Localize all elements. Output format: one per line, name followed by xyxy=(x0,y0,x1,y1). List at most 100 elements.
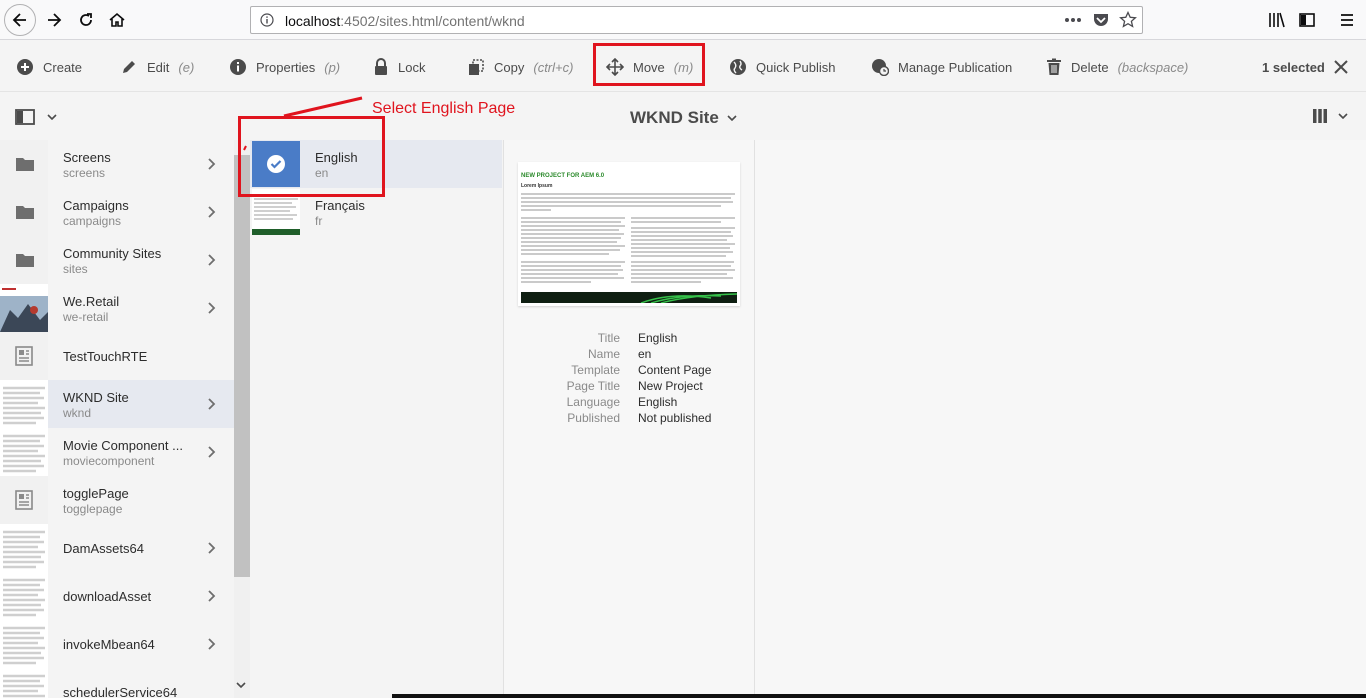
copy-button[interactable]: Copy (ctrl+c) xyxy=(467,56,573,78)
folder-thumbnail xyxy=(0,188,48,236)
list-item[interactable]: TestTouchRTE xyxy=(0,332,234,380)
meta-key: Template xyxy=(571,363,620,377)
chevron-right-icon[interactable] xyxy=(208,446,216,458)
preview-banner xyxy=(521,292,737,303)
page-thumbnail xyxy=(0,476,48,524)
forward-button[interactable] xyxy=(38,4,70,36)
delete-button[interactable]: Delete (backspace) xyxy=(1046,56,1188,78)
doc-preview-icon xyxy=(3,530,45,569)
meta-value: Not published xyxy=(638,411,712,425)
copy-label: Copy xyxy=(494,59,525,75)
chevron-right-icon[interactable] xyxy=(208,590,216,602)
lock-label: Lock xyxy=(398,59,426,75)
move-highlight-box xyxy=(593,43,705,86)
preview-subheading: Lorem Ipsum xyxy=(521,183,553,189)
column-view-icon xyxy=(1313,109,1327,123)
doc-thumbnail xyxy=(0,572,48,620)
lock-icon xyxy=(375,58,387,75)
list-item-selected[interactable]: WKND Site wknd xyxy=(0,380,234,428)
column-preview: NEW PROJECT FOR AEM 6.0 Lorem Ipsum Titl… xyxy=(504,140,755,698)
list-item[interactable]: Campaigns campaigns xyxy=(0,188,234,236)
lock-button[interactable]: Lock xyxy=(373,56,425,78)
bottom-edge-bar xyxy=(392,694,1366,698)
page-icon xyxy=(15,346,33,366)
site-title-button[interactable]: WKND Site xyxy=(630,108,737,128)
delete-label: Delete xyxy=(1071,59,1109,75)
quick-publish-button[interactable]: Quick Publish xyxy=(729,56,835,78)
column-sites: Screens screens Campaigns campaigns Comm… xyxy=(0,140,234,698)
meta-key: Language xyxy=(566,395,620,409)
create-button[interactable]: Create xyxy=(16,56,82,78)
column-scrollbar-thumb[interactable] xyxy=(234,155,250,577)
info-icon[interactable] xyxy=(260,13,274,27)
list-item[interactable]: We.Retail we-retail xyxy=(0,284,234,332)
selection-count: 1 selected xyxy=(1262,56,1325,78)
meta-key: Title xyxy=(597,331,620,345)
arrow-left-icon xyxy=(12,13,26,27)
meta-key: Name xyxy=(587,347,620,361)
list-item-name: togglePage xyxy=(63,486,129,501)
globe-icon xyxy=(730,59,746,75)
doc-thumbnail xyxy=(0,668,48,698)
list-item[interactable]: DamAssets64 xyxy=(0,524,234,572)
arrow-right-icon xyxy=(48,13,62,27)
folder-thumbnail xyxy=(0,140,48,188)
list-item-name: WKND Site xyxy=(63,390,129,405)
url-bar[interactable]: localhost:4502/sites.html/content/wknd xyxy=(250,6,1143,34)
folder-icon xyxy=(16,206,34,219)
chevron-right-icon[interactable] xyxy=(208,302,216,314)
edit-button[interactable]: Edit (e) xyxy=(120,56,194,78)
meta-value: English xyxy=(638,395,678,409)
list-item[interactable]: Screens screens xyxy=(0,140,234,188)
add-circle-icon xyxy=(17,59,33,75)
list-item[interactable]: schedulerService64 xyxy=(0,668,234,698)
meta-key: Published xyxy=(567,411,620,425)
list-item-sub: wknd xyxy=(63,406,92,420)
list-item[interactable]: Community Sites sites xyxy=(0,236,234,284)
list-item[interactable]: invokeMbean64 xyxy=(0,620,234,668)
meta-value: en xyxy=(638,347,652,361)
home-button[interactable] xyxy=(101,4,133,36)
view-switcher-button[interactable] xyxy=(1312,108,1348,124)
meta-value: English xyxy=(638,331,678,345)
scroll-down-icon[interactable] xyxy=(236,682,246,689)
reload-icon xyxy=(80,13,92,26)
globe-clock-icon xyxy=(872,59,889,76)
chevron-right-icon[interactable] xyxy=(208,158,216,170)
chevron-down-icon xyxy=(727,115,737,121)
url-text[interactable]: localhost:4502/sites.html/content/wknd xyxy=(285,13,525,29)
copy-shortcut: (ctrl+c) xyxy=(533,59,574,75)
doc-thumbnail xyxy=(0,524,48,572)
preview-text-lines xyxy=(521,193,735,283)
list-item[interactable]: togglePage togglepage xyxy=(0,476,234,524)
chevron-right-icon[interactable] xyxy=(208,398,216,410)
list-item-name: downloadAsset xyxy=(63,589,152,604)
chevron-right-icon[interactable] xyxy=(208,206,216,218)
library-icon[interactable] xyxy=(1268,11,1286,29)
bookmark-star-icon[interactable] xyxy=(1119,11,1137,29)
doc-thumbnail xyxy=(0,620,48,668)
list-item[interactable]: Movie Component ... moviecomponent xyxy=(0,428,234,476)
browser-toolbar: localhost:4502/sites.html/content/wknd xyxy=(0,0,1366,40)
pocket-icon[interactable] xyxy=(1092,12,1110,28)
sidebar-icon[interactable] xyxy=(1298,11,1316,29)
manage-publication-button[interactable]: Manage Publication xyxy=(871,56,1012,78)
rail-toggle-button[interactable] xyxy=(15,109,57,125)
reload-button[interactable] xyxy=(70,4,102,36)
chevron-right-icon[interactable] xyxy=(208,638,216,650)
annotation-arrow-icon xyxy=(243,96,363,151)
list-item-name: Movie Component ... xyxy=(63,438,183,453)
properties-button[interactable]: Properties (p) xyxy=(229,56,340,78)
list-item-name: Screens xyxy=(63,150,111,165)
more-dots-icon[interactable] xyxy=(1064,17,1082,23)
hamburger-menu-icon[interactable] xyxy=(1338,11,1356,29)
mountain-photo-icon xyxy=(0,284,48,332)
list-item-sub: we-retail xyxy=(63,310,109,324)
rail-toggle-icon xyxy=(15,109,35,125)
list-item[interactable]: downloadAsset xyxy=(0,572,234,620)
close-icon[interactable] xyxy=(1333,59,1349,75)
back-button[interactable] xyxy=(4,4,36,36)
delete-shortcut: (backspace) xyxy=(1117,59,1189,75)
chevron-right-icon[interactable] xyxy=(208,254,216,266)
chevron-right-icon[interactable] xyxy=(208,542,216,554)
